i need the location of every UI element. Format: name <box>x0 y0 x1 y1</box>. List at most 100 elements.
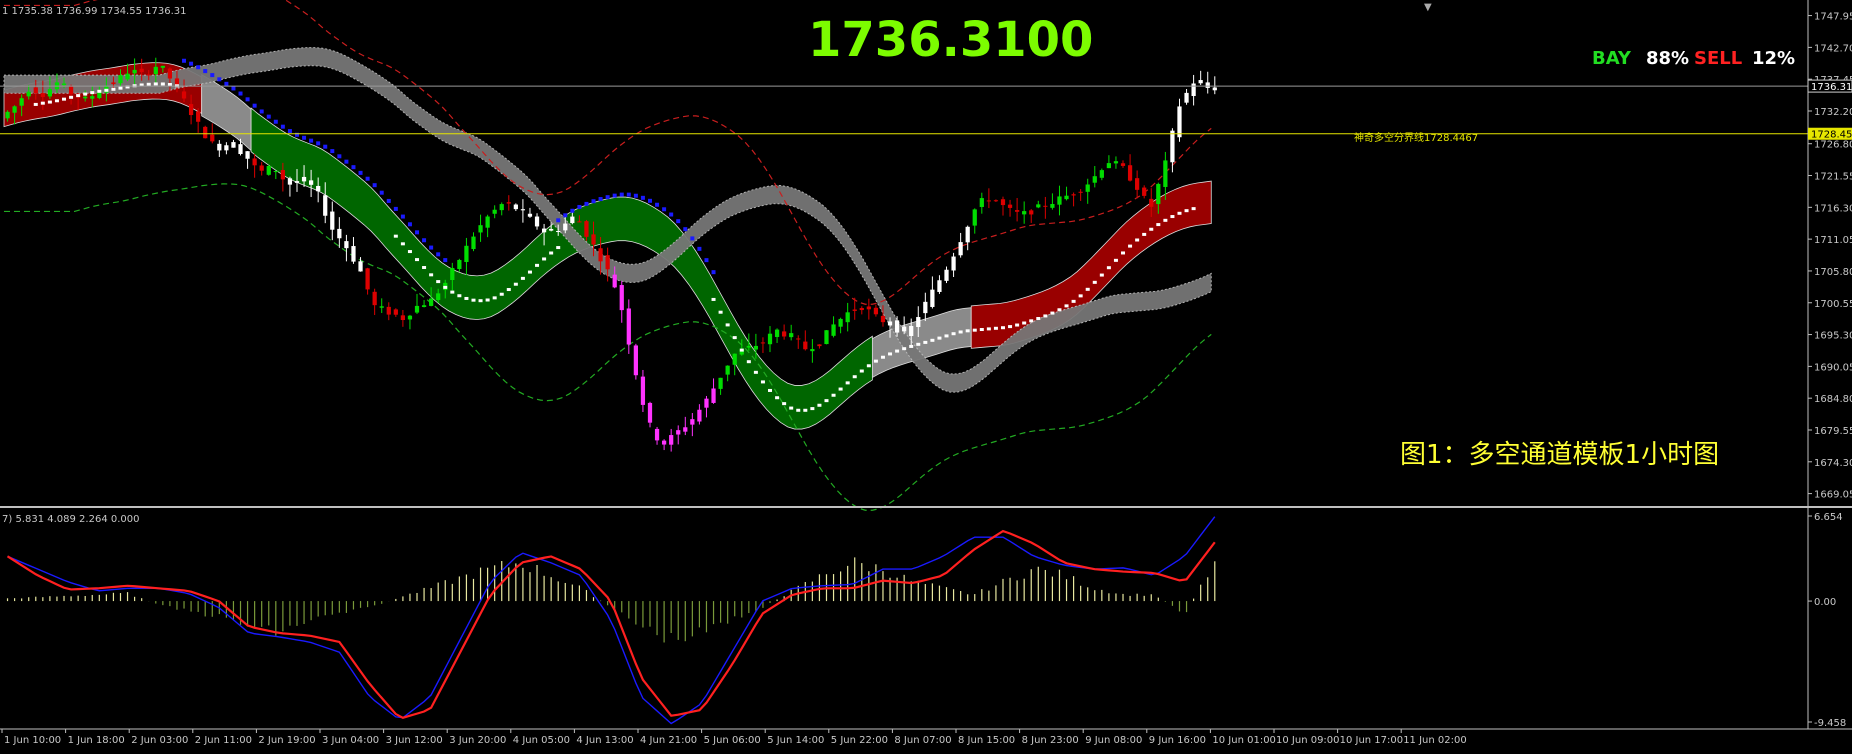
candle-body <box>450 267 455 280</box>
center-dot <box>76 94 81 98</box>
candle-body <box>400 315 406 321</box>
price-tick-label: 1679.55 <box>1814 426 1852 437</box>
trading-chart[interactable]: 1747.951742.701737.451732.201726.801721.… <box>0 0 1852 754</box>
trend-dot <box>372 183 377 188</box>
trend-dot <box>429 245 434 250</box>
center-dot <box>33 102 38 106</box>
candle-body <box>732 353 737 365</box>
price-tick-label: 1721.55 <box>1814 172 1852 183</box>
candle-body <box>923 301 928 314</box>
center-dot <box>951 332 956 336</box>
time-tick-label: 3 Jun 20:00 <box>449 735 506 746</box>
time-tick-label: 4 Jun 21:00 <box>640 735 697 746</box>
trend-dot <box>605 195 610 200</box>
trend-dot <box>231 86 236 91</box>
center-dot <box>1015 323 1020 327</box>
candle-body <box>1092 176 1097 183</box>
trend-dot <box>683 227 688 232</box>
candle-body <box>457 259 462 270</box>
candle-body <box>365 268 370 290</box>
trend-dot <box>619 192 624 197</box>
center-dot <box>450 290 455 294</box>
trend-dot <box>584 201 589 206</box>
trend-dot <box>344 159 349 164</box>
center-dot <box>69 95 74 99</box>
candle-body <box>492 209 497 214</box>
candle-body <box>351 246 356 262</box>
price-tick-label: 1690.05 <box>1814 362 1852 373</box>
center-dot <box>979 328 984 332</box>
center-dot <box>407 250 412 254</box>
candle-body <box>259 165 264 171</box>
center-dot <box>556 246 561 250</box>
candle-body <box>47 89 53 97</box>
candle-body <box>951 256 956 271</box>
center-dot <box>958 330 963 334</box>
trend-dot <box>287 129 292 134</box>
candle-body <box>513 204 518 210</box>
price-tick-label: 1726.80 <box>1814 140 1852 151</box>
candle-body <box>238 144 243 155</box>
candle-body <box>231 142 236 148</box>
center-dot <box>1036 317 1041 321</box>
candle-body <box>979 198 984 207</box>
candle-body <box>196 111 201 122</box>
center-dot <box>866 364 871 368</box>
price-tick-label: 1700.55 <box>1814 299 1852 310</box>
indicator-tick-label: 6.654 <box>1814 512 1843 523</box>
trend-dot <box>676 219 681 224</box>
candle-body <box>930 289 935 307</box>
center-dot <box>1113 258 1118 262</box>
candle-body <box>887 321 893 326</box>
trend-dot <box>266 114 271 119</box>
candle-body <box>1120 163 1126 166</box>
candle-body <box>718 377 723 389</box>
candle-body <box>68 86 74 95</box>
candle-body <box>817 344 822 347</box>
candle-body <box>1156 183 1161 205</box>
center-dot <box>478 299 483 303</box>
time-tick-label: 10 Jun 01:00 <box>1212 735 1276 746</box>
center-dot <box>400 242 405 246</box>
candle-body <box>1057 196 1062 205</box>
center-dot <box>824 399 829 403</box>
trend-dot <box>189 61 194 66</box>
center-dot <box>1128 244 1133 248</box>
candle-body <box>308 180 314 185</box>
center-dot <box>1170 215 1175 219</box>
candle-body <box>266 165 271 175</box>
time-tick-label: 5 Jun 14:00 <box>767 735 824 746</box>
center-dot <box>859 369 864 373</box>
candle-body <box>1191 83 1196 97</box>
bay-value: 88% <box>1646 48 1689 69</box>
candle-body <box>210 134 215 142</box>
time-tick-label: 1 Jun 10:00 <box>4 735 61 746</box>
candle-body <box>831 324 836 336</box>
candle-body <box>556 230 561 232</box>
scroll-marker-icon[interactable]: ▼ <box>1424 2 1432 13</box>
trend-dot <box>422 238 427 243</box>
candle-body <box>294 181 300 183</box>
center-dot <box>513 282 518 286</box>
current-price-tag: 1736.31 <box>1807 79 1852 93</box>
price-tick-label: 1669.05 <box>1814 490 1852 501</box>
center-dot <box>923 340 928 344</box>
candle-body <box>132 69 137 74</box>
candle-body <box>344 241 349 249</box>
candle-body <box>407 315 413 320</box>
candle-body <box>584 221 589 237</box>
candle-body <box>669 435 674 445</box>
svg-text:1728.45: 1728.45 <box>1811 130 1852 141</box>
trend-dot <box>415 230 420 235</box>
center-dot <box>782 402 787 406</box>
candle-body <box>612 274 617 288</box>
candle-body <box>506 202 511 204</box>
candle-body <box>866 306 871 310</box>
candle-body <box>1078 191 1083 193</box>
candle-body <box>654 428 660 441</box>
center-dot <box>429 273 434 277</box>
candle-body <box>40 93 45 97</box>
price-tick-label: 1705.80 <box>1814 267 1852 278</box>
center-dot <box>83 92 88 96</box>
big-price: 1736.3100 <box>808 12 1093 68</box>
